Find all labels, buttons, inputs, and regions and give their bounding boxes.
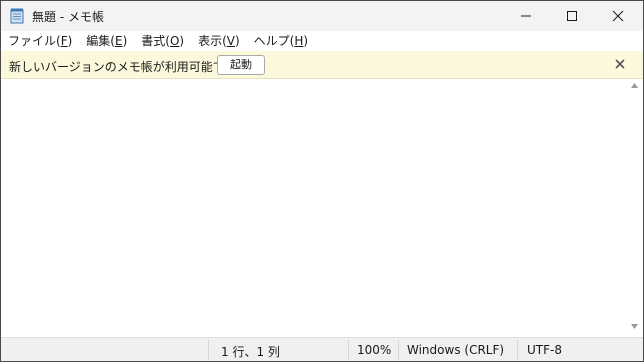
close-icon [612, 10, 624, 22]
menu-help[interactable]: ヘルプ(H) [247, 31, 315, 51]
notepad-app-icon [10, 8, 24, 24]
menu-file-mnemonic: F [60, 34, 68, 48]
vertical-scrollbar[interactable] [626, 79, 643, 337]
menu-edit-label: 編集( [86, 34, 115, 48]
minimize-icon [521, 15, 531, 17]
maximize-button[interactable] [549, 1, 595, 31]
menu-format-label: 書式( [141, 34, 170, 48]
scroll-up-arrow-icon[interactable] [630, 82, 639, 89]
menu-edit-mnemonic: E [114, 34, 123, 48]
update-notification-bar: 新しいバージョンのメモ帳が利用可能です。 起動 [1, 51, 643, 79]
menu-format[interactable]: 書式(O) [134, 31, 191, 51]
status-bar: 1 行、1 列 100% Windows (CRLF) UTF-8 [1, 337, 643, 361]
status-separator [517, 340, 518, 360]
menu-edit[interactable]: 編集(E) [79, 31, 134, 51]
maximize-icon [567, 11, 577, 21]
menu-bar: ファイル(F) 編集(E) 書式(O) 表示(V) ヘルプ(H) [1, 31, 643, 51]
scroll-down-arrow-icon[interactable] [630, 323, 639, 330]
menu-file-label: ファイル( [8, 34, 61, 48]
update-message: 新しいバージョンのメモ帳が利用可能です。 [9, 60, 248, 74]
menu-format-mnemonic: O [169, 34, 180, 48]
menu-view[interactable]: 表示(V) [191, 31, 247, 51]
menu-format-suffix: ) [179, 34, 185, 48]
menu-help-suffix: ) [303, 34, 309, 48]
menu-edit-suffix: ) [122, 34, 128, 48]
status-separator [398, 340, 399, 360]
dismiss-notification-icon[interactable] [613, 57, 627, 71]
close-window-button[interactable] [595, 1, 641, 31]
status-separator [348, 340, 349, 360]
text-editor-area[interactable] [1, 79, 626, 337]
menu-help-label: ヘルプ( [253, 34, 295, 48]
menu-view-mnemonic: V [226, 34, 235, 48]
zoom-level: 100% [357, 343, 392, 357]
title-bar[interactable]: 無題 - メモ帳 [1, 1, 643, 31]
window-title: 無題 - メモ帳 [32, 10, 104, 24]
status-separator [208, 340, 209, 360]
minimize-button[interactable] [503, 1, 549, 31]
menu-view-suffix: ) [234, 34, 240, 48]
notepad-window: 無題 - メモ帳 ファイル(F) 編集(E) 書式(O) 表示(V) ヘルプ(H… [0, 0, 644, 362]
menu-file-suffix: ) [67, 34, 73, 48]
launch-button[interactable]: 起動 [217, 55, 265, 75]
text-encoding: UTF-8 [527, 343, 562, 357]
menu-view-label: 表示( [198, 34, 227, 48]
cursor-position: 1 行、1 列 [221, 345, 280, 359]
line-ending: Windows (CRLF) [407, 343, 505, 357]
menu-file[interactable]: ファイル(F) [1, 31, 79, 51]
